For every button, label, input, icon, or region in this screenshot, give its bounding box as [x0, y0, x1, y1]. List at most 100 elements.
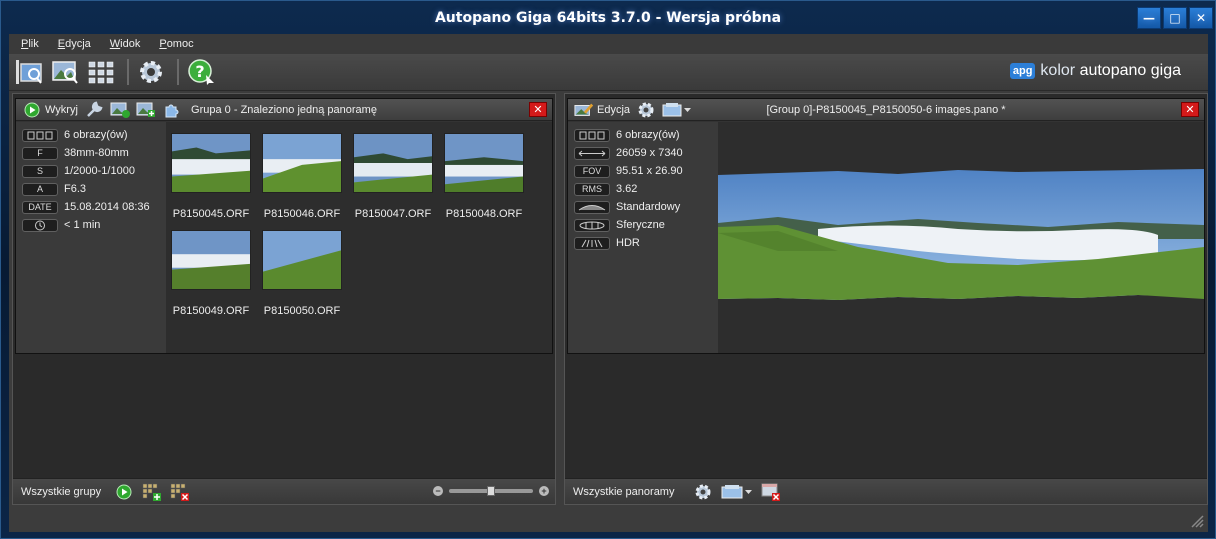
help-button[interactable]: ?	[185, 57, 217, 87]
help-icon: ?	[188, 59, 214, 85]
menu-widok[interactable]: Widok	[110, 38, 141, 50]
all-settings-button[interactable]	[692, 482, 714, 502]
info-row-images: 6 obrazy(ów)	[16, 126, 166, 144]
thumbnail[interactable]: P8150047.ORF	[348, 133, 438, 220]
pano-hdr-value: HDR	[616, 237, 640, 249]
edit-label[interactable]: Edycja	[597, 104, 630, 116]
zoom-out-button[interactable]: −	[433, 486, 443, 496]
thumbnail[interactable]: P8150050.ORF	[257, 230, 347, 317]
main-toolbar: ? apg kolor autopano giga	[9, 54, 1208, 91]
image-search-icon	[52, 61, 78, 84]
thumbnail-grid: P8150045.ORF P8150046.ORF P8150047.ORF P…	[166, 122, 552, 353]
add-image-icon	[136, 102, 155, 117]
thumbnail-filename: P8150049.ORF	[172, 305, 250, 317]
projection-icon	[574, 218, 610, 232]
pano-fov-value: 95.51 x 26.90	[616, 165, 683, 177]
close-panorama-button[interactable]: ✕	[1181, 102, 1199, 117]
shutter-badge: S	[22, 164, 58, 178]
app-window: Autopano Giga 64bits 3.7.0 - Wersja prób…	[0, 0, 1216, 539]
info-row-duration: < 1 min	[16, 216, 166, 234]
play-icon	[116, 484, 132, 499]
thumbnail-filename: P8150045.ORF	[172, 208, 250, 220]
images-count-icon	[574, 128, 610, 142]
toolbar-separator	[177, 59, 179, 85]
info-date-value: 15.08.2014 08:36	[64, 201, 150, 213]
clock-icon	[22, 218, 58, 232]
stitch-button[interactable]	[162, 101, 182, 119]
info-row-size: 26059 x 7340	[568, 144, 718, 162]
image-properties-button[interactable]	[110, 101, 130, 119]
zoom-track[interactable]	[449, 486, 533, 496]
select-images-button[interactable]	[49, 57, 81, 87]
svg-text:?: ?	[195, 62, 204, 81]
select-folder-button[interactable]	[13, 57, 45, 87]
info-row-rms: RMS 3.62	[568, 180, 718, 198]
brand-kolor: kolor	[1040, 62, 1076, 79]
remove-panoramas-button[interactable]	[760, 482, 782, 502]
rms-badge: RMS	[574, 182, 610, 196]
batch-grid-button[interactable]	[85, 57, 117, 87]
thumbnail[interactable]: P8150048.ORF	[439, 133, 529, 220]
wrench-icon	[87, 100, 103, 117]
info-shutter-value: 1/2000-1/1000	[64, 165, 135, 177]
grid-add-icon	[142, 483, 162, 501]
puzzle-icon	[165, 104, 179, 117]
info-row-date: DATE 15.08.2014 08:36	[16, 198, 166, 216]
menu-pomoc[interactable]: Pomoc	[159, 38, 193, 50]
remove-group-button[interactable]	[169, 482, 191, 502]
menu-edycja[interactable]: Edycja	[58, 38, 91, 50]
render-all-button[interactable]	[720, 482, 754, 502]
detect-button[interactable]	[22, 101, 42, 119]
add-images-button[interactable]	[136, 101, 156, 119]
thumbnail[interactable]: P8150046.ORF	[257, 133, 347, 220]
all-panoramas-label: Wszystkie panoramy	[573, 485, 675, 498]
resize-grip-icon[interactable]	[1188, 512, 1204, 528]
menu-plik[interactable]: Plik	[21, 38, 39, 50]
edit-button[interactable]	[574, 101, 594, 119]
panorama-box: Edycja [Group 0]-P8150045_P8150050-6 ima…	[567, 98, 1205, 354]
thumbnail[interactable]: P8150045.ORF	[166, 133, 256, 220]
brand-name: autopano giga	[1079, 62, 1181, 79]
minimize-button[interactable]: —	[1137, 7, 1161, 29]
render-button[interactable]	[662, 101, 692, 119]
panorama-header: Edycja [Group 0]-P8150045_P8150050-6 ima…	[568, 99, 1204, 121]
settings-gear-icon	[638, 102, 654, 117]
window-controls: — □ ✕	[1135, 7, 1213, 29]
panorama-info: 6 obrazy(ów) 26059 x 7340 FOV 95.51 x 26…	[568, 122, 718, 353]
zoom-knob[interactable]	[487, 486, 495, 496]
close-button[interactable]: ✕	[1189, 7, 1213, 29]
all-groups-label: Wszystkie grupy	[21, 485, 102, 498]
settings-button[interactable]	[135, 57, 167, 87]
zoom-in-button[interactable]: +	[539, 486, 549, 496]
group-settings-button[interactable]	[84, 100, 104, 119]
thumbnail-filename: P8150048.ORF	[445, 208, 523, 220]
group-box: Wykryj Grupa 0 - Znaleziono jedną panora…	[15, 98, 553, 354]
folder-open-icon	[16, 60, 42, 84]
maximize-button[interactable]: □	[1163, 7, 1187, 29]
pano-size-value: 26059 x 7340	[616, 147, 683, 159]
blend-icon	[574, 200, 610, 214]
info-images-value: 6 obrazy(ów)	[64, 129, 128, 141]
detect-label[interactable]: Wykryj	[45, 104, 78, 116]
panorama-preview[interactable]	[718, 167, 1204, 303]
panorama-settings-button[interactable]	[636, 101, 656, 119]
remove-icon	[761, 483, 781, 501]
thumbnail[interactable]: P8150049.ORF	[166, 230, 256, 317]
add-group-button[interactable]	[141, 482, 163, 502]
detect-all-button[interactable]	[113, 482, 135, 502]
thumbnail-filename: P8150047.ORF	[354, 208, 432, 220]
date-badge: DATE	[22, 200, 58, 214]
close-group-button[interactable]: ✕	[529, 102, 547, 117]
title-bar[interactable]: Autopano Giga 64bits 3.7.0 - Wersja prób…	[1, 1, 1215, 34]
thumbnail-zoom-slider[interactable]: − +	[433, 486, 549, 496]
client-area: Plik Edycja Widok Pomoc ? apg kolor auto…	[9, 34, 1208, 532]
edit-icon	[574, 103, 594, 116]
images-count-icon	[22, 128, 58, 142]
info-row-images: 6 obrazy(ów)	[568, 126, 718, 144]
group-header: Wykryj Grupa 0 - Znaleziono jedną panora…	[16, 99, 552, 121]
brand-badge: apg	[1009, 63, 1036, 79]
groups-bottom-bar: Wszystkie grupy − +	[13, 478, 555, 504]
play-icon	[24, 102, 40, 117]
image-info-icon	[110, 102, 130, 118]
pano-projection-value: Sferyczne	[616, 219, 665, 231]
